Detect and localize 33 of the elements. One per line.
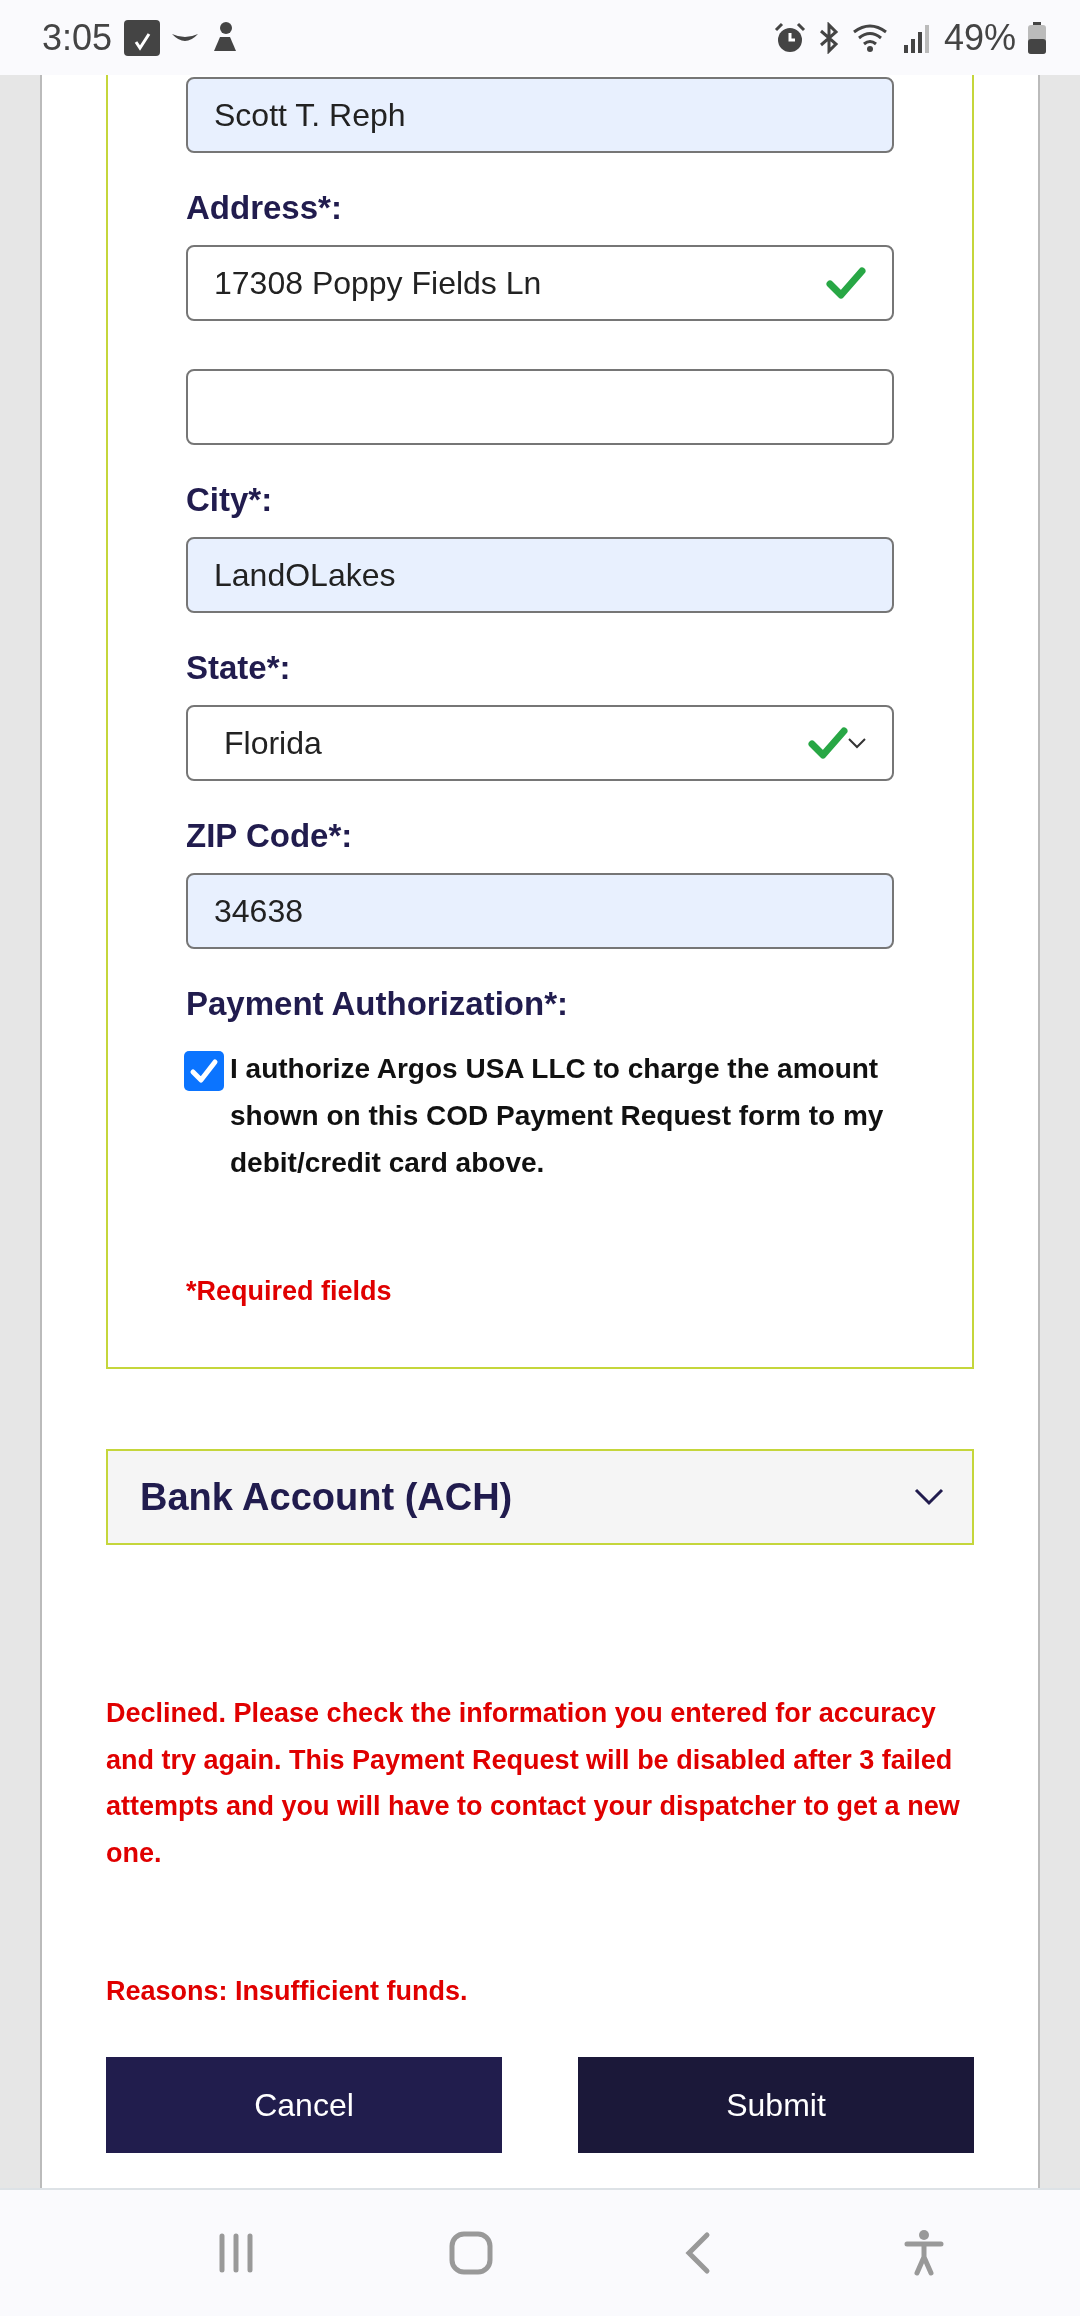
valid-check-icon: [808, 726, 848, 760]
input-field[interactable]: 17308 Poppy Fields Ln: [186, 245, 894, 321]
battery-percent: 49%: [943, 16, 1016, 59]
signal-icon: [903, 22, 932, 53]
field-label: ZIP Code*:: [186, 817, 354, 855]
authorization-text: I authorize Argos USA LLC to charge the amount shown on this COD Payment Request form to my debit/credit card above.: [230, 1052, 885, 1180]
field-label: City*:: [186, 481, 274, 519]
field-label: Payment Authorization*:: [186, 985, 569, 1023]
checkbox[interactable]: [184, 1051, 224, 1091]
chevron-icon: [914, 1488, 944, 1506]
error-message: Declined. Please check the information you entered for accuracy and try again. This Payment Request will be disabled after 3 failed attempts and you will have to contact your dispatcher to get a new one.: [106, 1697, 961, 1870]
home-icon[interactable]: [448, 2231, 493, 2275]
dropdown-caret-icon: [848, 737, 866, 749]
call-filter-icon: [124, 19, 161, 56]
field-label: Address*:: [186, 189, 343, 227]
submit-button[interactable]: Submit: [578, 2057, 974, 2153]
bluetooth-icon: [817, 21, 840, 54]
state-select[interactable]: Florida: [186, 705, 894, 781]
field-label: State*:: [186, 649, 292, 687]
required-note: *Required fields: [186, 1276, 393, 1307]
input-field[interactable]: 34638: [186, 873, 894, 949]
input-field[interactable]: [186, 369, 894, 445]
cancel-button[interactable]: Cancel: [106, 2057, 502, 2153]
valid-check-icon: [826, 266, 866, 300]
input-field[interactable]: LandOLakes: [186, 537, 894, 613]
error-reasons: Reasons: Insufficient funds.: [106, 1976, 469, 2007]
clock-time: 3:05: [42, 16, 113, 59]
alarm-icon: [773, 21, 806, 54]
back-icon[interactable]: [685, 2231, 712, 2275]
input-field[interactable]: Scott T. Reph: [186, 77, 894, 153]
battery-icon: [1028, 21, 1046, 54]
accessibility-icon[interactable]: [903, 2229, 944, 2277]
accordion-header[interactable]: Bank Account (ACH): [106, 1449, 974, 1545]
